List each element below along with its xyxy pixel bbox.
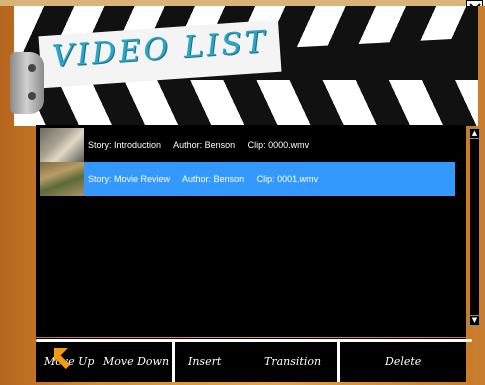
- toolbar-separator: [172, 342, 175, 382]
- hinge-bolt-icon: [28, 92, 36, 100]
- delete-button[interactable]: Delete: [385, 350, 421, 374]
- clip-thumbnail: [40, 162, 84, 196]
- author-label: Author: Benson: [173, 140, 236, 150]
- list-item-text: Story: Movie Review Author: Benson Clip:…: [88, 162, 328, 196]
- list-item[interactable]: Story: Introduction Author: Benson Clip:…: [40, 128, 455, 162]
- clip-label: Clip: 0001.wmv: [256, 174, 319, 184]
- story-label: Story: Movie Review: [88, 174, 171, 184]
- scrollbar-track[interactable]: [470, 139, 479, 315]
- list-item[interactable]: Story: Movie Review Author: Benson Clip:…: [40, 162, 455, 196]
- clip-label: Clip: 0000.wmv: [247, 140, 310, 150]
- clip-thumbnail: [40, 128, 84, 162]
- list-item-text: Story: Introduction Author: Benson Clip:…: [88, 128, 319, 162]
- toolbar-separator: [337, 342, 340, 382]
- move-down-button[interactable]: Move Down: [103, 350, 169, 374]
- insert-button[interactable]: Insert: [188, 350, 221, 374]
- scroll-down-arrow-icon[interactable]: ▼: [469, 315, 480, 326]
- scroll-up-arrow-icon[interactable]: ▲: [469, 128, 480, 139]
- story-label: Story: Introduction: [88, 140, 162, 150]
- toolbar-divider-line: [36, 339, 472, 342]
- move-up-button[interactable]: Move Up: [44, 350, 94, 374]
- clapper-stripes-bottom: [14, 80, 478, 126]
- clapper-hinge: [10, 52, 44, 114]
- hinge-bolt-icon: [28, 64, 36, 72]
- transition-button[interactable]: Transition: [264, 350, 321, 374]
- author-label: Author: Benson: [182, 174, 245, 184]
